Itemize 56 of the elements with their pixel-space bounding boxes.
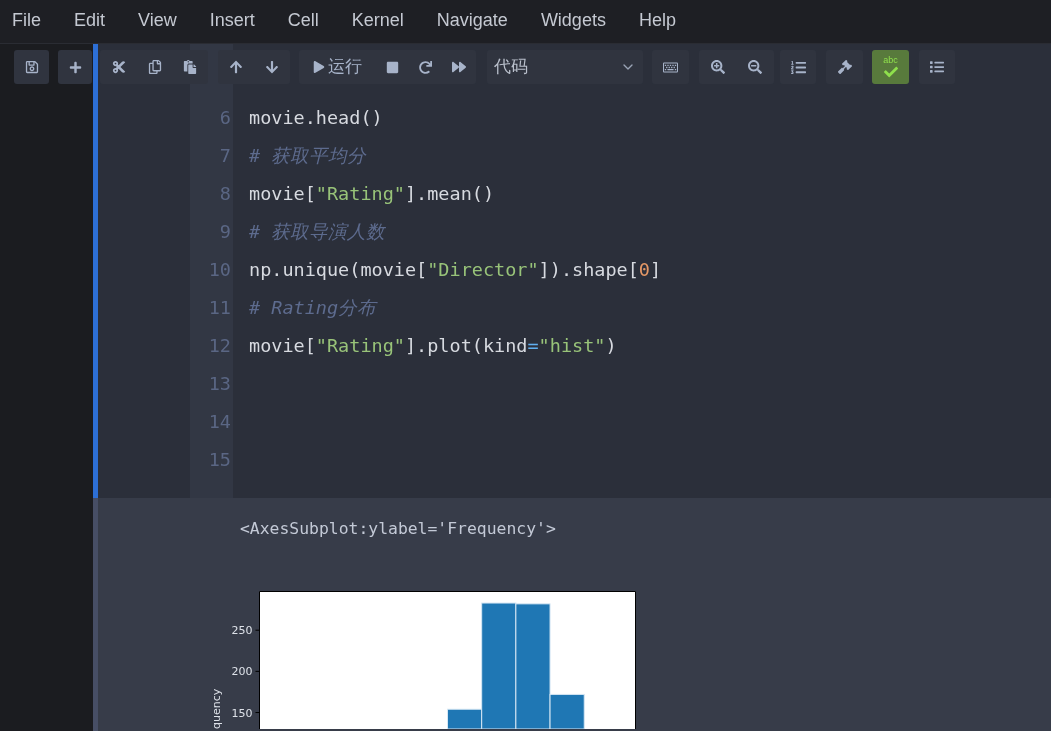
menu-item[interactable]: File — [12, 8, 41, 31]
line-number: 10 — [208, 259, 231, 281]
arrow-up-icon — [229, 60, 243, 74]
y-tick-label: 250 — [231, 624, 253, 638]
menu-item[interactable]: Kernel — [351, 8, 404, 31]
code-line: movie["Rating"].plot(kind="hist") — [249, 335, 617, 357]
menu-item[interactable]: Edit — [74, 8, 106, 31]
line-number: 9 — [219, 221, 231, 243]
y-axis-label: quency — [210, 688, 223, 729]
code-line: movie.head() — [249, 107, 383, 129]
code-line: movie["Rating"].mean() — [249, 183, 495, 205]
hammer-icon — [837, 60, 852, 74]
line-number: 6 — [219, 107, 231, 129]
code-line: np.unique(movie["Director"]).shape[0] — [249, 259, 662, 281]
build-button[interactable] — [826, 50, 863, 84]
scissors-icon — [111, 60, 126, 74]
outline-button[interactable] — [919, 50, 955, 84]
play-icon — [312, 61, 325, 73]
line-number: 8 — [219, 183, 231, 205]
menu-item[interactable]: View — [138, 8, 177, 31]
keyboard-button[interactable] — [652, 50, 689, 84]
menu-item[interactable]: Insert — [209, 8, 255, 31]
save-icon — [24, 60, 39, 74]
arrow-down-icon — [265, 60, 279, 74]
cell-type-dropdown[interactable]: 代码 — [487, 50, 643, 84]
line-numbers-button[interactable] — [780, 50, 816, 84]
output-text: <AxesSubplot:ylabel='Frequency'> — [240, 519, 556, 539]
line-number: 14 — [208, 411, 231, 433]
paste-icon — [183, 60, 197, 74]
menu-item[interactable]: Navigate — [436, 8, 508, 31]
y-tick-label: 150 — [231, 706, 253, 720]
copy-icon — [147, 60, 162, 74]
run-button[interactable]: 运行 — [299, 50, 375, 84]
zoom-out-icon — [748, 60, 762, 74]
code-line: # 获取导演人数 — [249, 221, 386, 243]
line-number: 11 — [208, 297, 231, 319]
stop-icon — [385, 60, 399, 74]
fast-forward-icon — [451, 60, 466, 74]
line-number: 13 — [208, 373, 231, 395]
zoom-in-icon — [710, 60, 725, 74]
numbered-list-icon — [790, 59, 806, 75]
code-line: # Rating分布 — [249, 297, 377, 319]
insert-cell-button[interactable] — [58, 50, 92, 84]
menu-item[interactable]: Cell — [287, 8, 319, 31]
save-button[interactable] — [14, 50, 49, 84]
list-icon — [930, 60, 944, 74]
check-icon — [883, 64, 898, 79]
menu-item[interactable]: Widgets — [540, 8, 606, 31]
menu-item[interactable]: Help — [638, 8, 676, 31]
line-number: 7 — [219, 145, 231, 167]
line-number: 12 — [208, 335, 231, 357]
plus-icon — [68, 60, 82, 74]
code-line: # 获取平均分 — [249, 145, 367, 167]
y-tick-label: 200 — [231, 665, 253, 679]
line-number: 15 — [208, 449, 231, 471]
refresh-icon — [418, 60, 432, 74]
